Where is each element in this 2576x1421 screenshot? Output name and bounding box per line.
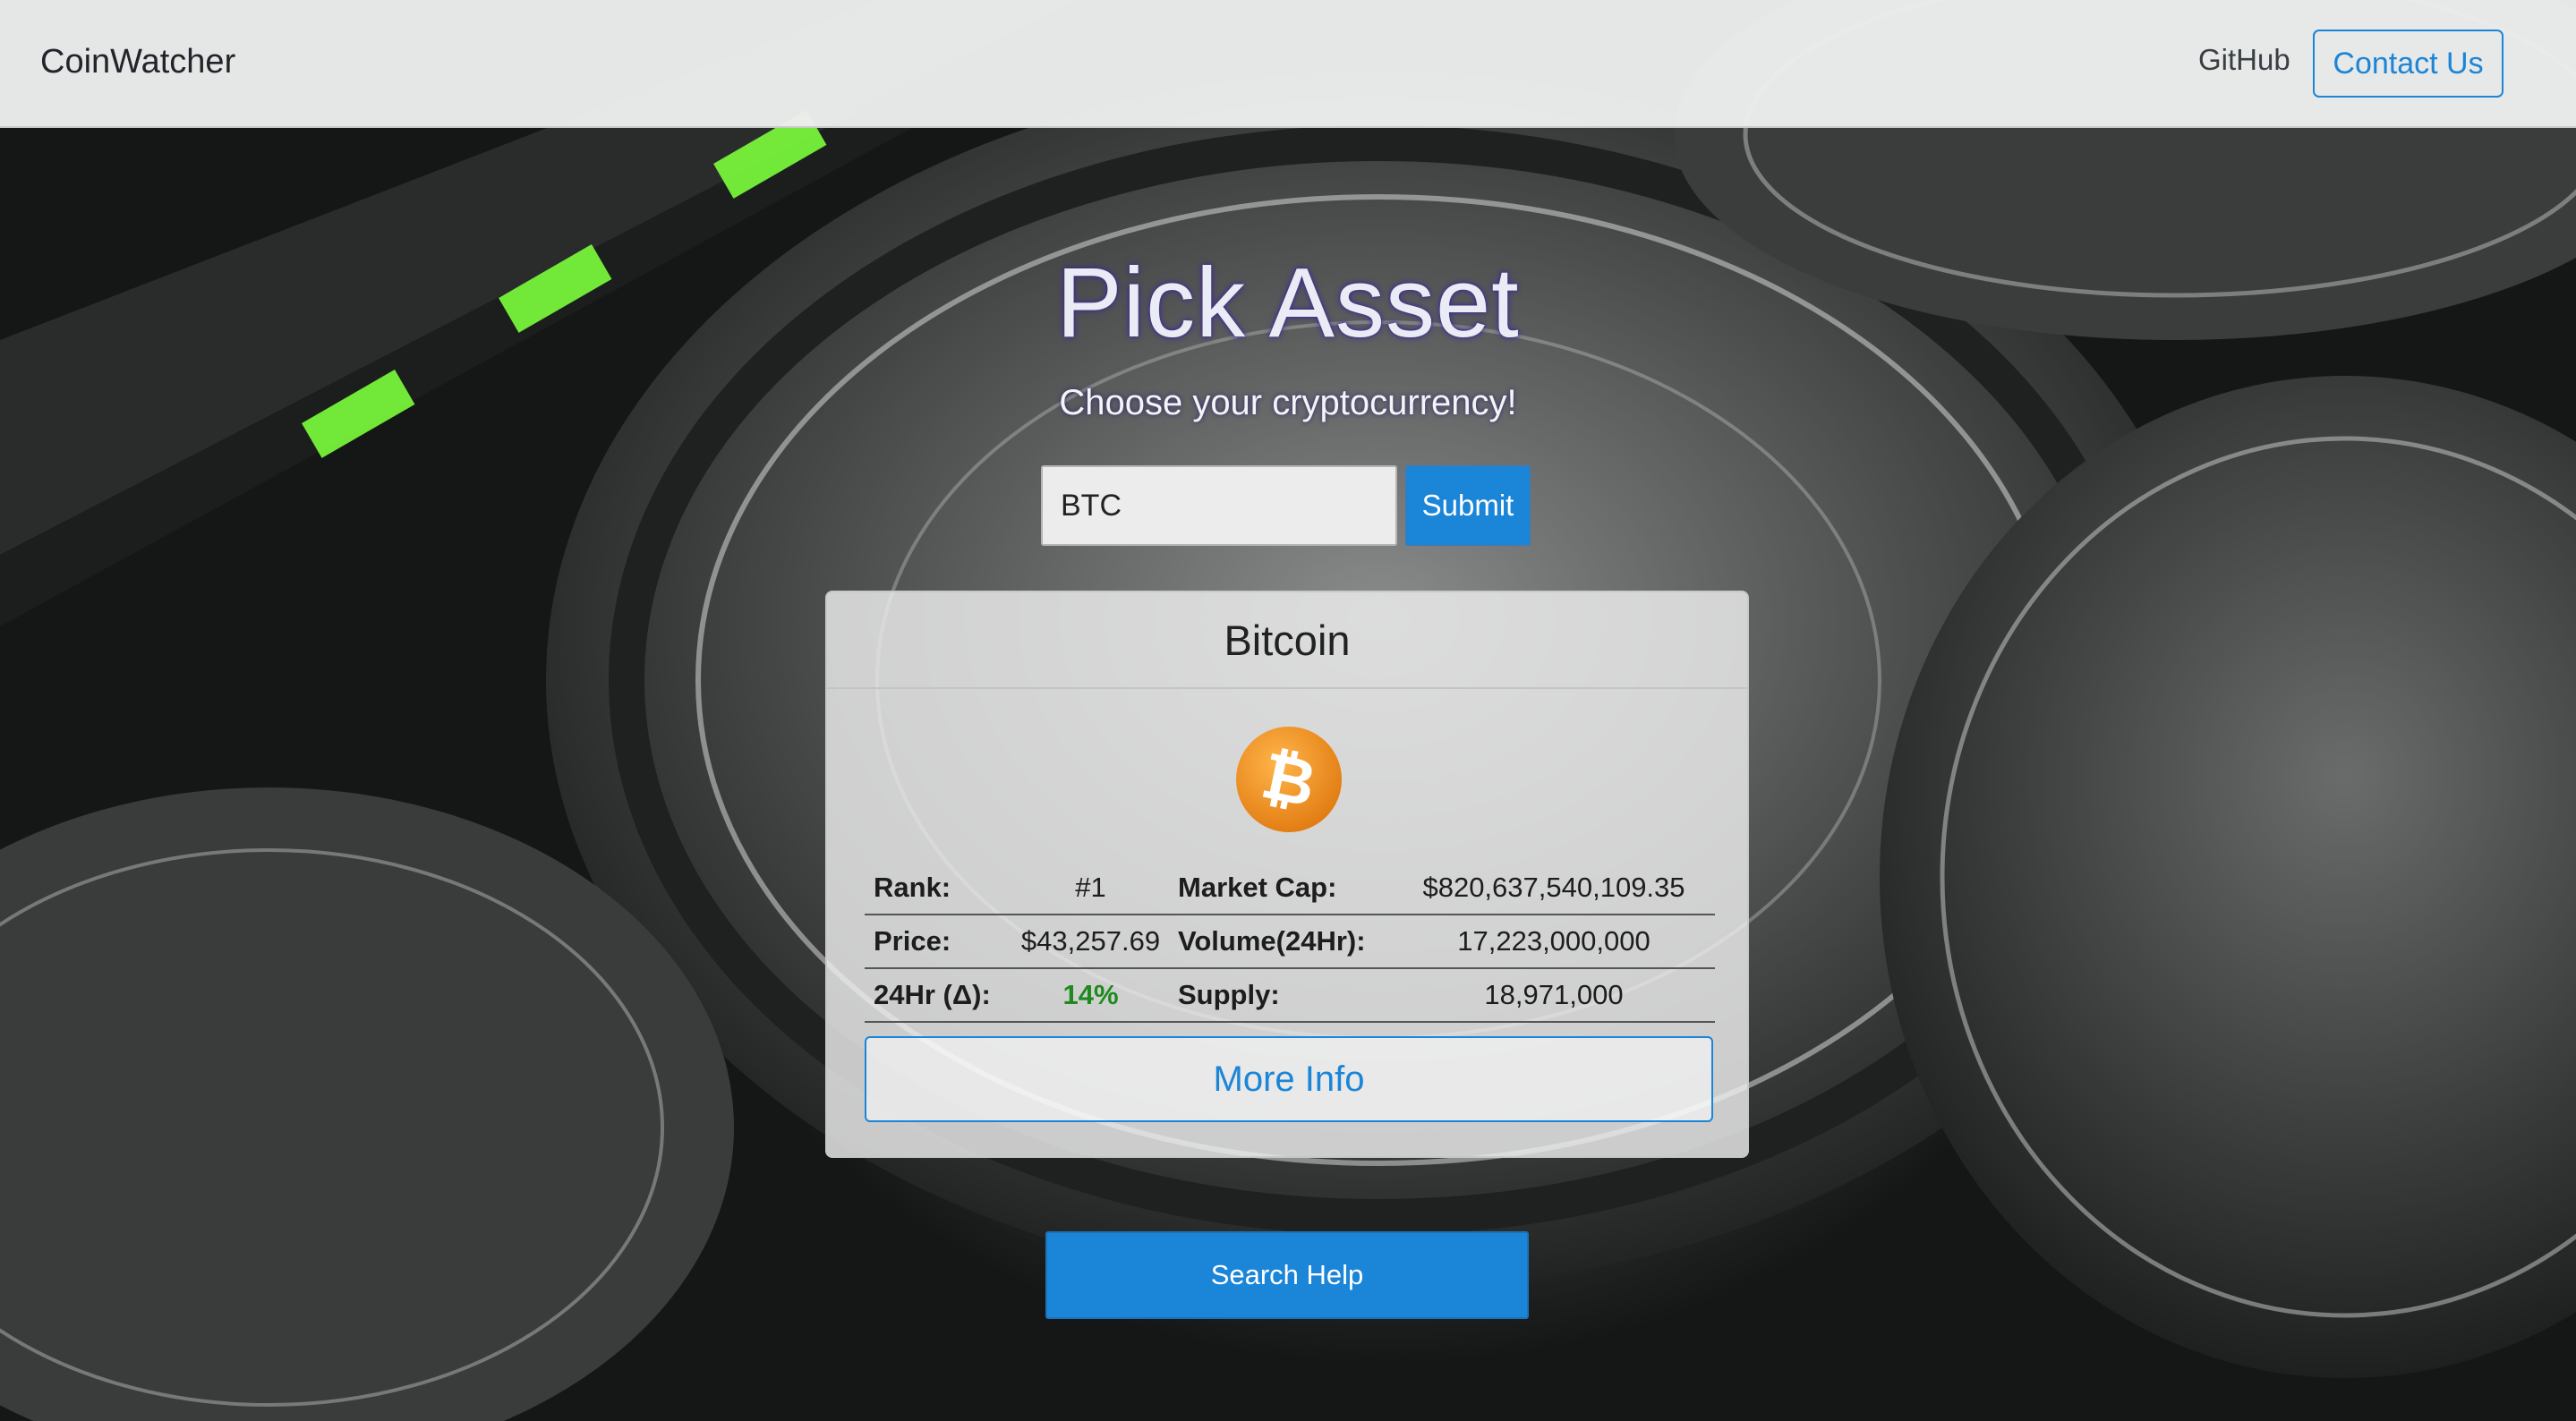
price-value: $43,257.69 bbox=[1012, 915, 1169, 969]
brand-link[interactable]: CoinWatcher bbox=[40, 43, 235, 81]
market-cap-value: $820,637,540,109.35 bbox=[1393, 861, 1715, 915]
table-row: Price: $43,257.69 Volume(24Hr): 17,223,0… bbox=[865, 915, 1715, 969]
more-info-button[interactable]: More Info bbox=[865, 1036, 1713, 1122]
table-row: Rank: #1 Market Cap: $820,637,540,109.35 bbox=[865, 861, 1715, 915]
price-label: Price: bbox=[865, 915, 1012, 969]
rank-value: #1 bbox=[1012, 861, 1169, 915]
volume-label: Volume(24Hr): bbox=[1169, 915, 1393, 969]
submit-button[interactable]: Submit bbox=[1405, 465, 1531, 546]
bitcoin-logo-icon: ₿ bbox=[1236, 727, 1342, 832]
volume-value: 17,223,000,000 bbox=[1393, 915, 1715, 969]
market-cap-label: Market Cap: bbox=[1169, 861, 1393, 915]
navbar: CoinWatcher GitHub Contact Us bbox=[0, 0, 2576, 128]
table-row: 24Hr (Δ): 14% Supply: 18,971,000 bbox=[865, 968, 1715, 1023]
change-label: 24Hr (Δ): bbox=[865, 968, 1012, 1023]
supply-value: 18,971,000 bbox=[1393, 968, 1715, 1023]
search-help-button[interactable]: Search Help bbox=[1045, 1231, 1529, 1319]
supply-label: Supply: bbox=[1169, 968, 1393, 1023]
contact-us-button[interactable]: Contact Us bbox=[2313, 30, 2503, 98]
page-title: Pick Asset bbox=[1056, 248, 1520, 358]
asset-card: Bitcoin ₿ Rank: #1 Market Cap: $820,637,… bbox=[825, 591, 1749, 1158]
asset-name: Bitcoin bbox=[827, 592, 1747, 689]
change-value: 14% bbox=[1012, 968, 1169, 1023]
rank-label: Rank: bbox=[865, 861, 1012, 915]
asset-stats-table: Rank: #1 Market Cap: $820,637,540,109.35… bbox=[865, 861, 1715, 1023]
asset-search-input[interactable] bbox=[1041, 465, 1397, 546]
github-link[interactable]: GitHub bbox=[2198, 43, 2290, 77]
page-subtitle: Choose your cryptocurrency! bbox=[1059, 383, 1517, 422]
